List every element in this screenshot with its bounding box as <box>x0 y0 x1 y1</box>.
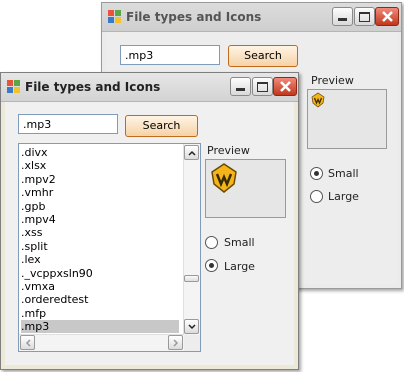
list-item[interactable]: .orderedtest <box>21 293 179 306</box>
list-item[interactable]: .gpb <box>21 200 179 213</box>
app-window-icon <box>7 80 20 93</box>
back-search-button[interactable]: Search <box>228 45 298 67</box>
front-preview-label: Preview <box>207 144 250 157</box>
close-icon <box>381 11 393 22</box>
front-preview-box <box>205 159 286 218</box>
close-button[interactable] <box>273 77 297 96</box>
minimize-icon <box>236 88 245 91</box>
back-preview-box <box>307 89 387 149</box>
list-item[interactable]: .mfp <box>21 307 179 320</box>
front-radio-small[interactable] <box>205 236 218 249</box>
back-radio-large[interactable] <box>310 190 323 203</box>
scroll-left-button[interactable] <box>20 335 35 350</box>
list-item[interactable]: .mpv4 <box>21 213 179 226</box>
back-window-title: File types and Icons <box>126 10 262 24</box>
winamp-icon <box>311 92 325 108</box>
chevron-left-icon <box>25 338 31 347</box>
scroll-right-button[interactable] <box>168 335 183 350</box>
scroll-thumb[interactable] <box>184 275 199 282</box>
front-title-bar[interactable]: File types and Icons <box>1 73 298 102</box>
maximize-button[interactable] <box>354 7 375 26</box>
chevron-down-icon <box>187 323 196 329</box>
list-item[interactable]: .divx <box>21 146 179 159</box>
back-search-input[interactable]: .mp3 <box>120 45 220 65</box>
front-radio-large-label: Large <box>224 260 255 273</box>
front-radio-large[interactable] <box>205 259 218 272</box>
back-title-bar[interactable]: File types and Icons <box>102 3 401 32</box>
maximize-icon <box>257 81 268 92</box>
back-preview-label: Preview <box>311 74 354 87</box>
close-button[interactable] <box>375 7 399 26</box>
list-item[interactable]: .vmhr <box>21 186 179 199</box>
maximize-button[interactable] <box>252 77 273 96</box>
minimize-button[interactable] <box>332 7 353 26</box>
list-item[interactable]: .vmxa <box>21 280 179 293</box>
app-window-icon <box>108 10 121 23</box>
back-radio-small[interactable] <box>310 167 323 180</box>
scroll-down-button[interactable] <box>184 319 199 334</box>
front-radio-small-label: Small <box>224 236 255 249</box>
list-horizontal-scrollbar[interactable] <box>19 334 184 351</box>
minimize-button[interactable] <box>230 77 251 96</box>
front-window[interactable]: File types and Icons .mp3 Search .divx .x… <box>0 72 299 370</box>
list-item[interactable]: .mp3 <box>21 320 179 334</box>
winamp-icon <box>211 163 237 193</box>
front-search-button[interactable]: Search <box>125 115 198 137</box>
list-item[interactable]: .xss <box>21 226 179 239</box>
back-radio-large-label: Large <box>328 190 359 203</box>
list-item[interactable]: ._vcppxsln90 <box>21 267 179 280</box>
scrollbar-corner <box>184 335 200 351</box>
minimize-icon <box>338 18 347 21</box>
close-icon <box>279 81 291 92</box>
list-vertical-scrollbar[interactable] <box>183 144 200 335</box>
front-window-title: File types and Icons <box>25 80 161 94</box>
chevron-up-icon <box>187 150 196 156</box>
list-item[interactable]: .split <box>21 240 179 253</box>
scroll-up-button[interactable] <box>184 145 199 160</box>
maximize-icon <box>359 11 370 22</box>
list-item[interactable]: .xlsx <box>21 159 179 172</box>
list-item[interactable]: .lex <box>21 253 179 266</box>
list-item[interactable]: .mpv2 <box>21 173 179 186</box>
file-type-listbox[interactable]: .divx .xlsx .mpv2 .vmhr .gpb .mpv4 .xss .split.… <box>18 143 201 352</box>
back-radio-small-label: Small <box>328 167 359 180</box>
front-search-input[interactable]: .mp3 <box>18 114 118 134</box>
chevron-right-icon <box>172 338 178 347</box>
